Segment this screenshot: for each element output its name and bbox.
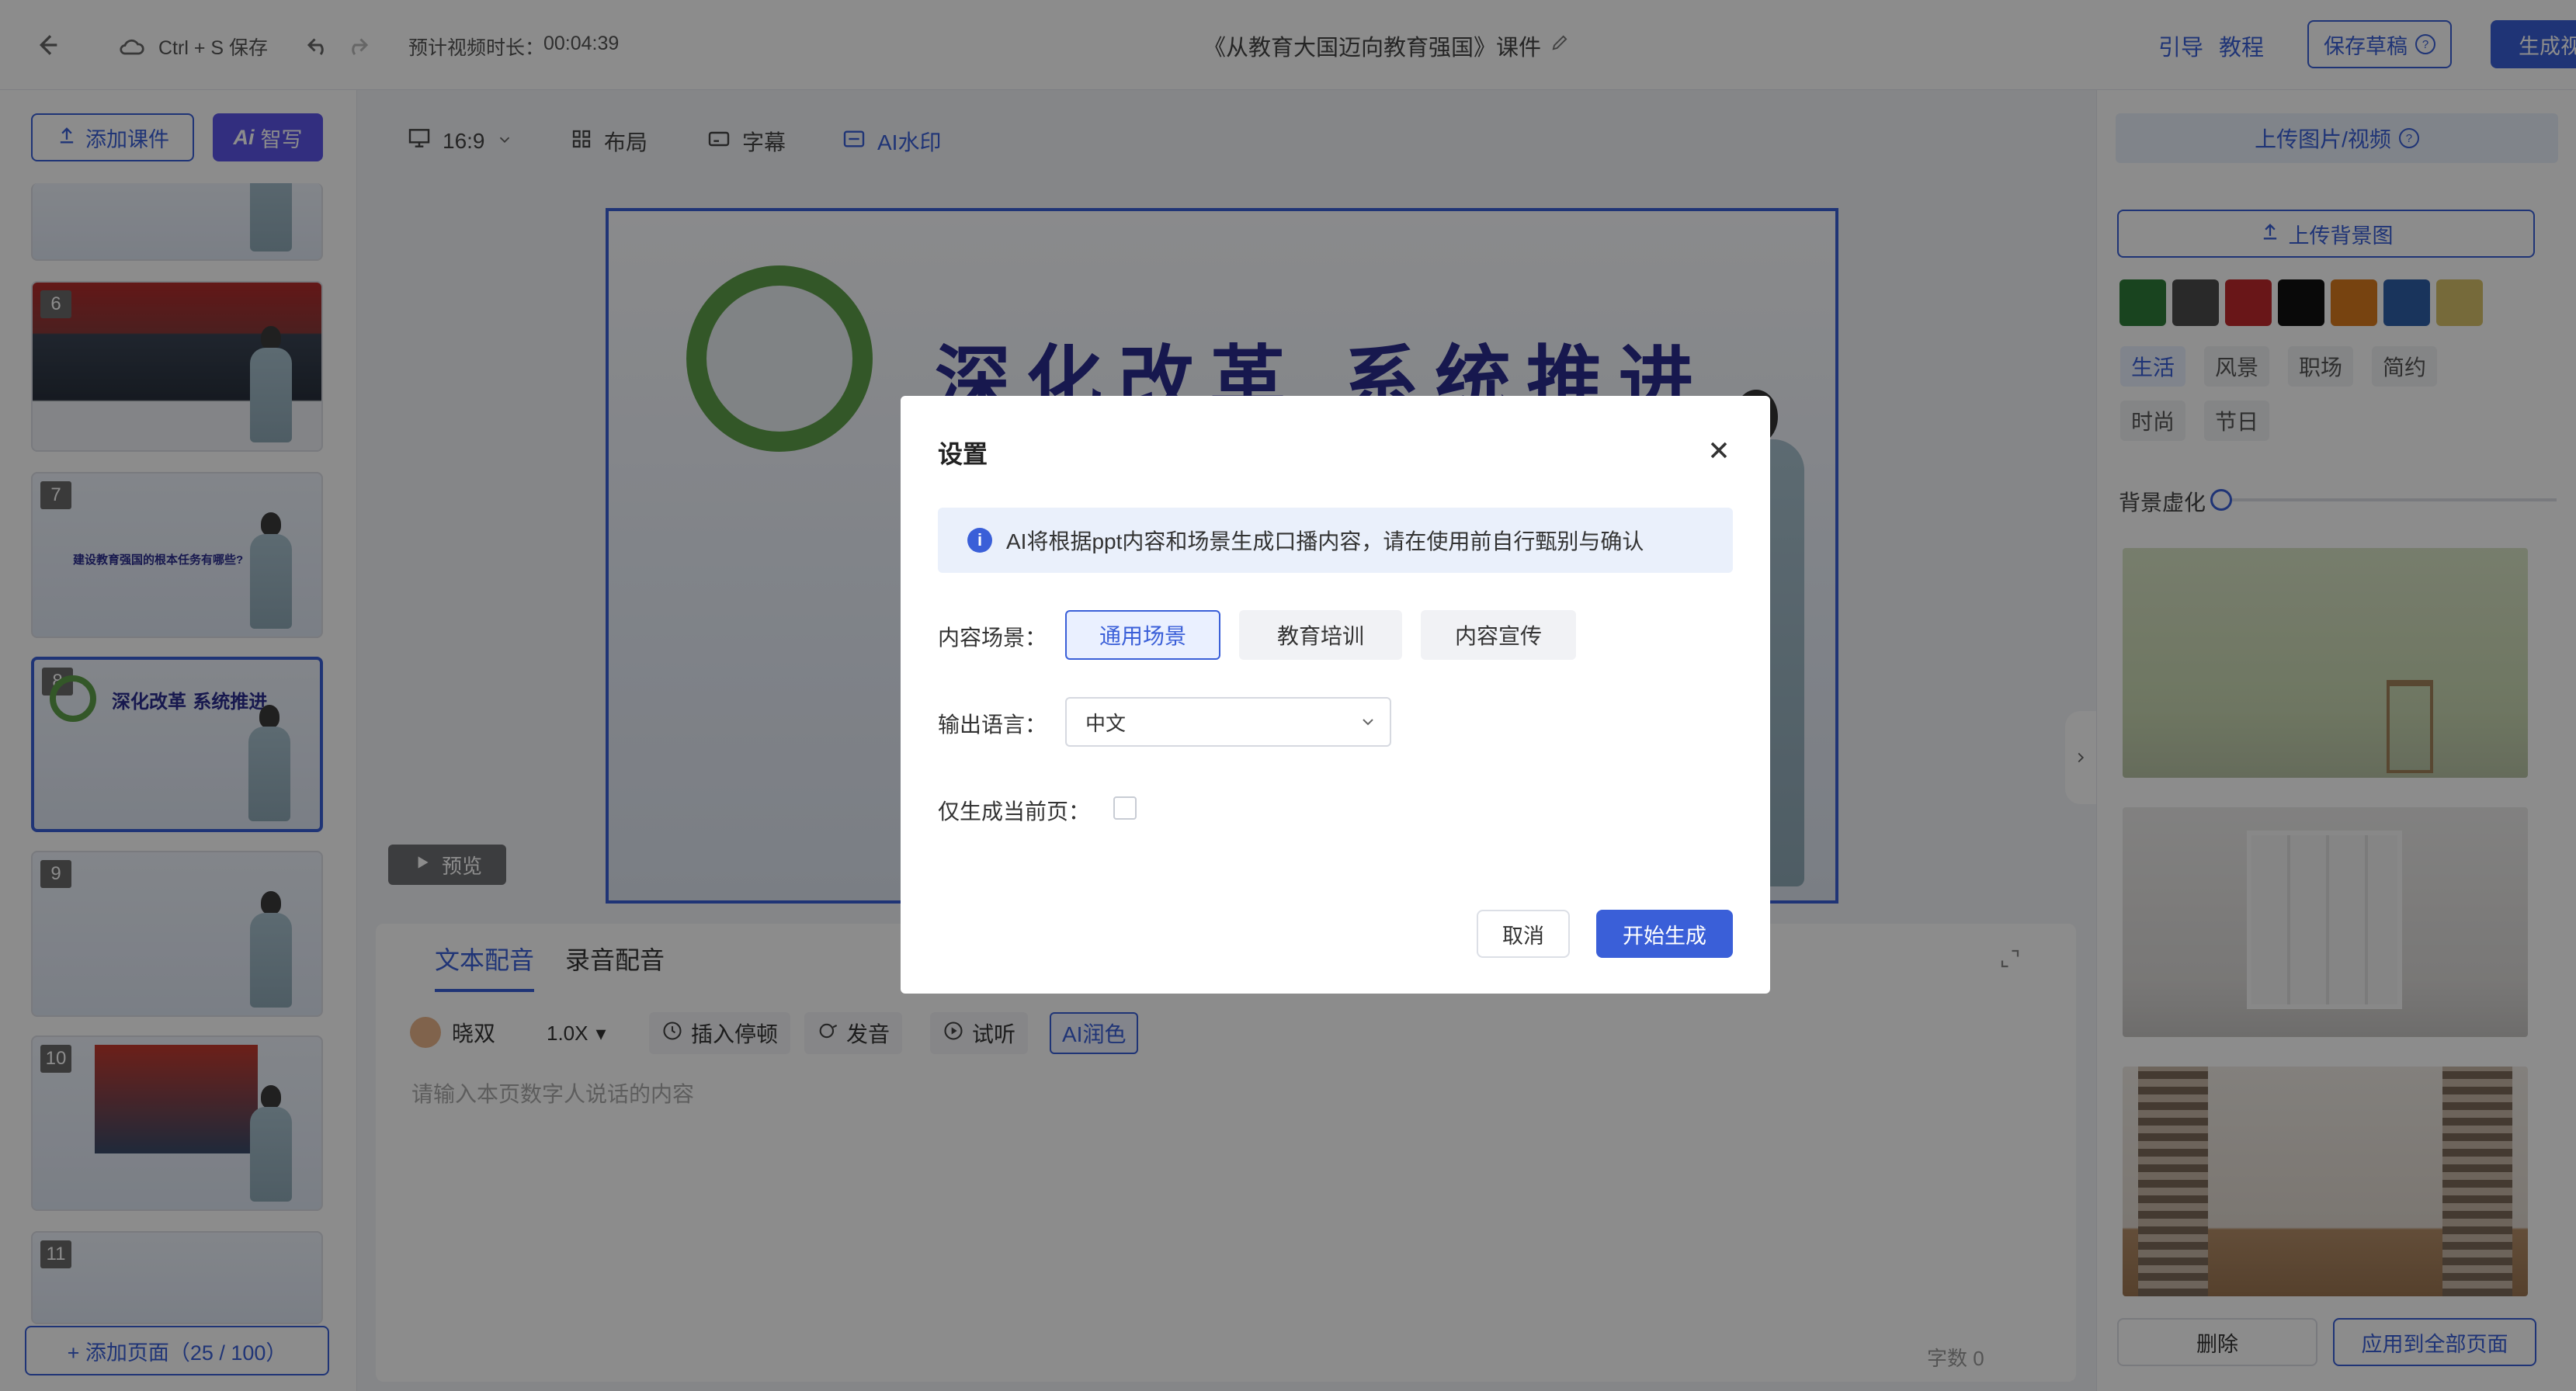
current-page-only-label: 仅生成当前页： <box>938 800 1091 824</box>
language-label: 输出语言： <box>938 713 1047 737</box>
info-banner: i AI将根据ppt内容和场景生成口播内容，请在使用前自行甄别与确认 <box>938 508 1733 573</box>
cancel-label: 取消 <box>1502 924 1544 948</box>
info-text: AI将根据ppt内容和场景生成口播内容，请在使用前自行甄别与确认 <box>1006 529 1644 553</box>
start-generate-button[interactable]: 开始生成 <box>1596 910 1733 958</box>
language-select[interactable]: 中文 <box>1065 697 1391 747</box>
scene-general[interactable]: 通用场景 <box>1065 610 1220 660</box>
info-icon: i <box>967 528 992 553</box>
chevron-down-icon <box>1359 713 1377 737</box>
language-value: 中文 <box>1085 711 1127 735</box>
start-generate-label: 开始生成 <box>1623 924 1706 948</box>
scene-promotion[interactable]: 内容宣传 <box>1421 610 1576 660</box>
scene-education[interactable]: 教育培训 <box>1239 610 1402 660</box>
scene-label: 内容场景： <box>938 626 1047 650</box>
settings-dialog: 设置 i AI将根据ppt内容和场景生成口播内容，请在使用前自行甄别与确认 内容… <box>901 396 1770 994</box>
close-icon[interactable] <box>1705 436 1733 464</box>
dialog-title: 设置 <box>938 440 988 468</box>
cancel-button[interactable]: 取消 <box>1477 910 1570 958</box>
current-page-only-checkbox[interactable] <box>1113 796 1137 820</box>
current-page-only-row: 仅生成当前页： <box>915 770 1217 855</box>
